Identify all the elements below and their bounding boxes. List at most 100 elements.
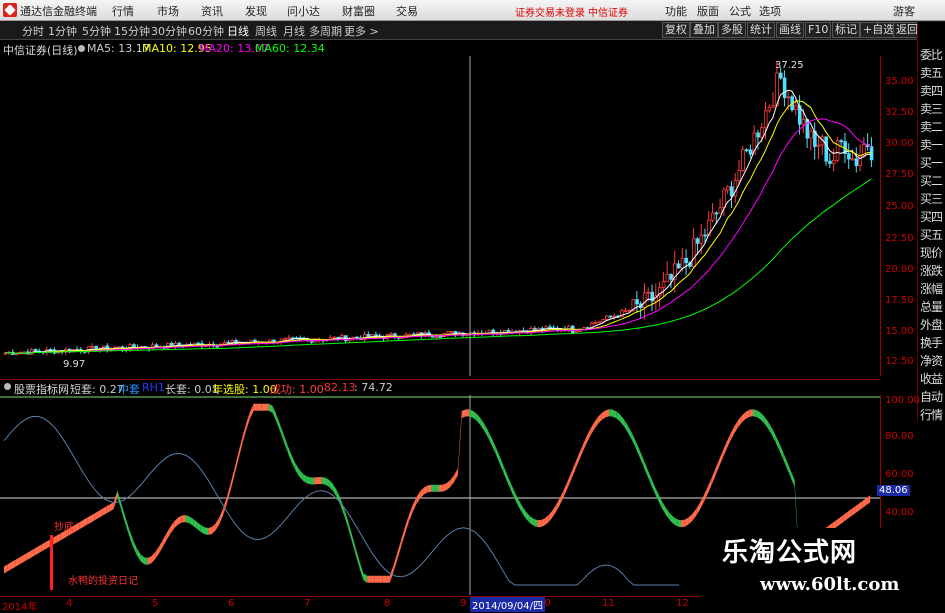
candle-body bbox=[854, 158, 859, 167]
oscillator-band bbox=[529, 515, 534, 526]
period-multi[interactable]: 多周期 bbox=[309, 23, 342, 39]
oscillator-band bbox=[488, 430, 492, 446]
low-price-label: 9.97 bbox=[63, 359, 85, 370]
oscillator-band bbox=[522, 506, 526, 519]
rp-ask5: 卖五 bbox=[920, 66, 943, 80]
menu-options[interactable]: 选项 bbox=[759, 3, 781, 19]
login-warning[interactable]: 证券交易未登录 bbox=[515, 4, 585, 19]
date-tick: 11 bbox=[602, 598, 615, 609]
candle-body bbox=[760, 127, 764, 138]
oscillator-band bbox=[75, 522, 80, 532]
candle-body bbox=[828, 160, 832, 164]
oscillator-band bbox=[473, 410, 477, 421]
candle-body bbox=[593, 322, 598, 325]
candle-body bbox=[635, 299, 639, 305]
oscillator-band bbox=[461, 409, 466, 419]
menu-formula[interactable]: 公式 bbox=[729, 3, 751, 19]
price-tick: 25.00 bbox=[885, 201, 914, 212]
rp-bid3: 买三 bbox=[920, 192, 943, 206]
period-15min[interactable]: 15分钟 bbox=[114, 23, 150, 39]
oscillator-band bbox=[147, 556, 152, 565]
period-weekly[interactable]: 周线 bbox=[255, 23, 277, 39]
candle-body bbox=[408, 333, 412, 336]
period-monthly[interactable]: 月线 bbox=[283, 23, 305, 39]
period-60min[interactable]: 60分钟 bbox=[188, 23, 224, 39]
oscillator-band bbox=[737, 415, 742, 428]
oscillator-band bbox=[752, 409, 757, 418]
broker-label: 中信证券 bbox=[588, 8, 628, 19]
oscillator-band bbox=[268, 403, 273, 413]
rp-price: 现价 bbox=[920, 246, 943, 260]
oscillator-band bbox=[15, 557, 20, 567]
oscillator-band bbox=[594, 417, 598, 430]
oscillator-band bbox=[756, 410, 761, 420]
quotes-toggle[interactable]: 行情 bbox=[920, 406, 943, 423]
high-price-label: 37.25 bbox=[775, 60, 804, 71]
oscillator-band bbox=[480, 418, 485, 432]
candle-body bbox=[756, 132, 760, 138]
oscillator-band bbox=[423, 485, 428, 495]
oscillator-band bbox=[734, 420, 738, 434]
oscillator-band bbox=[620, 415, 625, 427]
oscillator-band bbox=[155, 546, 160, 560]
candle-body bbox=[869, 146, 874, 161]
candle-body bbox=[283, 338, 288, 341]
menu-discover[interactable]: 发现 bbox=[245, 3, 267, 19]
candle-body bbox=[684, 257, 689, 264]
date-tick: 2014年 bbox=[2, 602, 38, 613]
stats-button[interactable]: 统计 bbox=[747, 22, 775, 38]
guest-user[interactable]: 游客 bbox=[893, 3, 915, 19]
auto-toggle[interactable]: 自动 bbox=[920, 388, 943, 405]
oscillator-band bbox=[707, 478, 712, 495]
watermark-title: 乐淘公式网 bbox=[722, 538, 858, 568]
oscillator-band bbox=[696, 502, 700, 516]
oscillator-band bbox=[597, 413, 602, 425]
draw-line-button[interactable]: 画线 bbox=[776, 22, 804, 38]
menu-trade[interactable]: 交易 bbox=[396, 3, 418, 19]
oscillator-band bbox=[439, 484, 443, 492]
menu-wealth[interactable]: 财富圈 bbox=[342, 3, 375, 19]
multi-stock-button[interactable]: 多股 bbox=[718, 22, 746, 38]
period-30min[interactable]: 30分钟 bbox=[151, 23, 187, 39]
mark-button[interactable]: 标记 bbox=[832, 22, 860, 38]
period-5min[interactable]: 5分钟 bbox=[82, 23, 111, 39]
ind-tick: 60.00 bbox=[885, 469, 914, 480]
adjust-button[interactable]: 复权 bbox=[662, 22, 690, 38]
menu-layout[interactable]: 版面 bbox=[697, 3, 719, 19]
oscillator-band bbox=[283, 435, 288, 453]
menu-market[interactable]: 市场 bbox=[157, 3, 179, 19]
period-1min[interactable]: 1分钟 bbox=[48, 23, 77, 39]
oscillator-band bbox=[408, 505, 413, 523]
oscillator-band bbox=[586, 428, 591, 444]
settings-dot-icon[interactable] bbox=[78, 45, 85, 52]
menu-news[interactable]: 资讯 bbox=[201, 3, 223, 19]
oscillator-band bbox=[382, 575, 387, 583]
oscillator-band bbox=[442, 483, 447, 492]
oscillator-band bbox=[325, 477, 330, 487]
menu-ask[interactable]: 问小达 bbox=[287, 3, 320, 19]
menu-bar: 通达信金融终端 行情 市场 资讯 发现 问小达 财富圈 交易 证券交易未登录 中… bbox=[0, 0, 945, 21]
overlay-button[interactable]: 叠加 bbox=[690, 22, 718, 38]
f10-button[interactable]: F10 bbox=[805, 22, 832, 38]
menu-functions[interactable]: 功能 bbox=[665, 3, 687, 19]
oscillator-band bbox=[518, 499, 523, 514]
add-watchlist-button[interactable]: +自选 bbox=[860, 22, 898, 38]
period-daily[interactable]: 日线 bbox=[227, 23, 249, 39]
candle-body bbox=[714, 212, 719, 215]
candle-body bbox=[415, 332, 420, 335]
oscillator-band bbox=[53, 535, 57, 545]
oscillator-band bbox=[26, 550, 31, 561]
period-intraday[interactable]: 分时 bbox=[22, 23, 44, 39]
oscillator-band bbox=[253, 403, 258, 411]
ind-tick: 100.00 bbox=[885, 395, 920, 406]
price-chart[interactable]: 37.25 9.97 bbox=[0, 56, 880, 376]
indicator-settings-icon[interactable] bbox=[4, 383, 11, 390]
oscillator-band bbox=[306, 476, 311, 485]
oscillator-band bbox=[162, 533, 167, 547]
oscillator-band bbox=[132, 538, 137, 555]
rp-bid4: 买四 bbox=[920, 210, 943, 224]
candle-body bbox=[741, 149, 745, 171]
period-more[interactable]: 更多 > bbox=[344, 23, 379, 39]
oscillator-band bbox=[711, 469, 716, 486]
menu-quotes[interactable]: 行情 bbox=[112, 3, 134, 19]
